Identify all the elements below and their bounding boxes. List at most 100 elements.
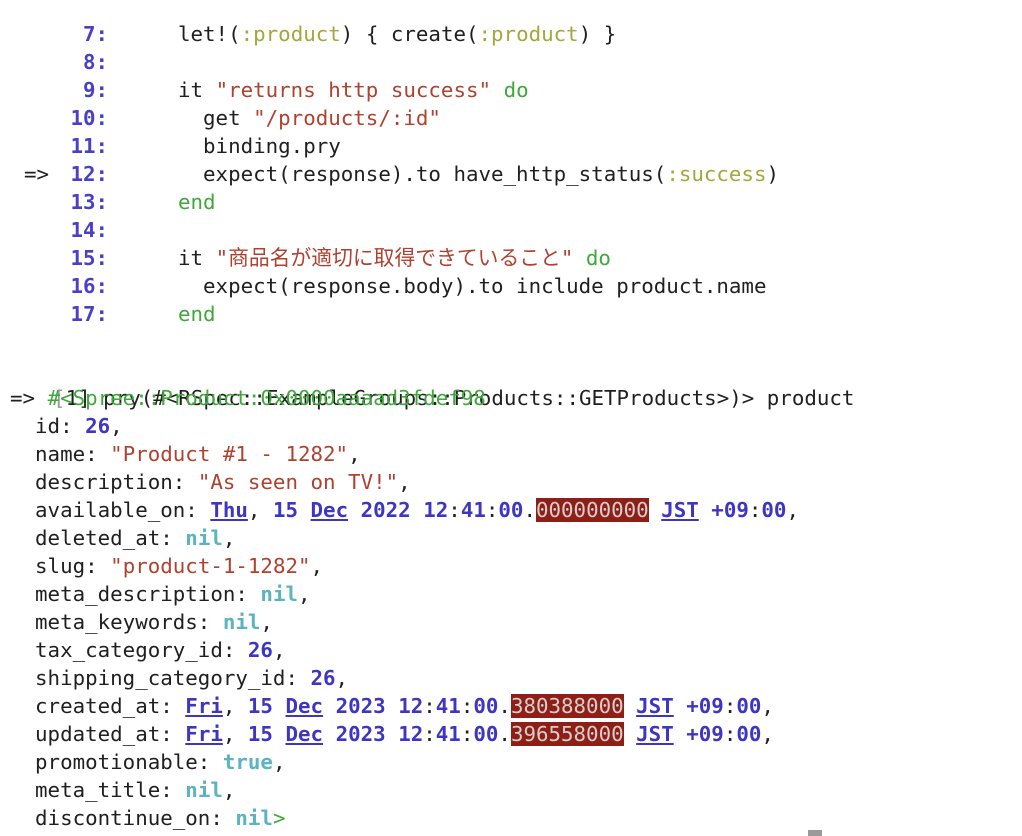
line-number: 12: — [70, 162, 108, 186]
result-token: tax_category_id: — [10, 638, 248, 662]
result-token: 41 — [460, 498, 486, 522]
result-token: id: — [10, 414, 86, 438]
result-token: Fri — [185, 722, 223, 746]
result-token: meta_description: — [10, 582, 261, 606]
result-token: : — [448, 498, 461, 522]
result-token: 2022 — [360, 498, 411, 522]
result-attribute-line: meta_keywords: nil, — [10, 608, 273, 636]
code-token: do — [503, 78, 529, 102]
result-attribute-line: shipping_category_id: 26, — [10, 664, 348, 692]
result-token: : — [723, 722, 737, 746]
result-token: description: — [10, 470, 198, 494]
result-token: , — [222, 778, 236, 802]
code-line: 8: — [0, 48, 1022, 76]
code-token: end — [178, 302, 216, 326]
result-token: 00 — [473, 722, 499, 746]
result-attribute-line: available_on: Thu, 15 Dec 2022 12:41:00.… — [10, 496, 799, 524]
result-token: 15 — [247, 694, 273, 718]
code-token: ) { create( — [340, 22, 479, 46]
result-token: "product-1-1282" — [110, 554, 311, 578]
code-text: expect(response).to have_http_status(:su… — [178, 160, 779, 188]
result-token: , — [761, 722, 774, 746]
result-token: deleted_at: — [10, 526, 186, 550]
result-token: , — [398, 470, 411, 494]
line-number: 17: — [70, 302, 108, 326]
result-token: +09 — [711, 498, 749, 522]
result-token: . — [498, 722, 511, 746]
result-token: , — [110, 414, 123, 438]
result-token: 00 — [736, 694, 762, 718]
code-line: 15: it "商品名が適切に取得できていること" do — [0, 244, 1022, 272]
result-token: 2023 — [335, 694, 386, 718]
result-token: meta_title: — [10, 778, 186, 802]
result-token — [348, 498, 361, 522]
result-token — [386, 722, 399, 746]
result-token — [699, 498, 712, 522]
result-token: : — [723, 694, 737, 718]
result-token — [674, 722, 687, 746]
result-token: 00 — [498, 498, 524, 522]
result-attribute-line: name: "Product #1 - 1282", — [10, 440, 361, 468]
result-token: 00 — [761, 498, 787, 522]
result-attribute-line: id: 26, — [10, 412, 123, 440]
result-object-header: => #<Spree::Product:0x0000aaaad3fdef98 — [10, 384, 486, 412]
result-token: nil — [185, 526, 223, 550]
result-token: , — [222, 694, 248, 718]
code-token: do — [585, 246, 611, 270]
result-token: : — [748, 498, 762, 522]
code-line: 9: it "returns http success" do — [0, 76, 1022, 104]
result-token: . — [498, 694, 511, 718]
result-token: +09 — [686, 694, 724, 718]
result-token — [323, 694, 336, 718]
result-token: 26 — [310, 666, 336, 690]
terminal-cursor — [808, 830, 822, 836]
code-text: end — [178, 300, 216, 328]
result-token: Dec — [285, 694, 324, 718]
result-token: JST — [636, 694, 674, 718]
result-token: Dec — [285, 722, 324, 746]
result-token: +09 — [686, 722, 724, 746]
result-token — [649, 498, 662, 522]
code-line: 10: get "/products/:id" — [0, 104, 1022, 132]
result-attribute-line: meta_title: nil, — [10, 776, 235, 804]
code-token: expect(response.body).to include product… — [178, 274, 767, 298]
line-number: 13: — [70, 190, 108, 214]
result-token: #<Spree::Product:0x0000aaaad3fdef98 — [47, 386, 486, 410]
line-number: 9: — [82, 78, 108, 102]
result-attribute-line: deleted_at: nil, — [10, 524, 235, 552]
result-token: , — [272, 750, 286, 774]
code-token: let!( — [178, 22, 241, 46]
terminal-window[interactable]: 7: let!(:product) { create(:product) } 8: 9… — [0, 0, 1022, 836]
result-token: : — [423, 694, 436, 718]
result-token — [273, 694, 286, 718]
code-text: it "returns http success" do — [178, 76, 529, 104]
result-token: , — [761, 694, 774, 718]
result-attribute-line: promotionable: true, — [10, 748, 285, 776]
code-token: :product — [478, 22, 579, 46]
result-token: updated_at: — [10, 722, 186, 746]
result-token: 26 — [85, 414, 111, 438]
code-text: let!(:product) { create(:product) } — [178, 20, 616, 48]
result-token: nil — [222, 610, 261, 634]
result-token — [273, 722, 286, 746]
code-token: binding.pry — [178, 134, 341, 158]
result-attribute-line: discontinue_on: nil> — [10, 804, 285, 832]
code-token: it — [178, 78, 216, 102]
result-token — [624, 694, 637, 718]
code-token: "商品名が適切に取得できていること" — [215, 246, 574, 270]
result-token: JST — [636, 722, 674, 746]
result-token: true — [222, 750, 273, 774]
line-number: 15: — [70, 246, 108, 270]
result-token — [386, 694, 399, 718]
result-token: name: — [10, 442, 111, 466]
code-token: it — [178, 246, 216, 270]
result-token: 26 — [247, 638, 273, 662]
result-token: Fri — [185, 694, 223, 718]
code-line: 13: end — [0, 188, 1022, 216]
result-attribute-line: meta_description: nil, — [10, 580, 310, 608]
result-token: . — [523, 498, 536, 522]
result-token: : — [460, 694, 474, 718]
result-token: nil — [185, 778, 223, 802]
result-token: : — [423, 722, 436, 746]
